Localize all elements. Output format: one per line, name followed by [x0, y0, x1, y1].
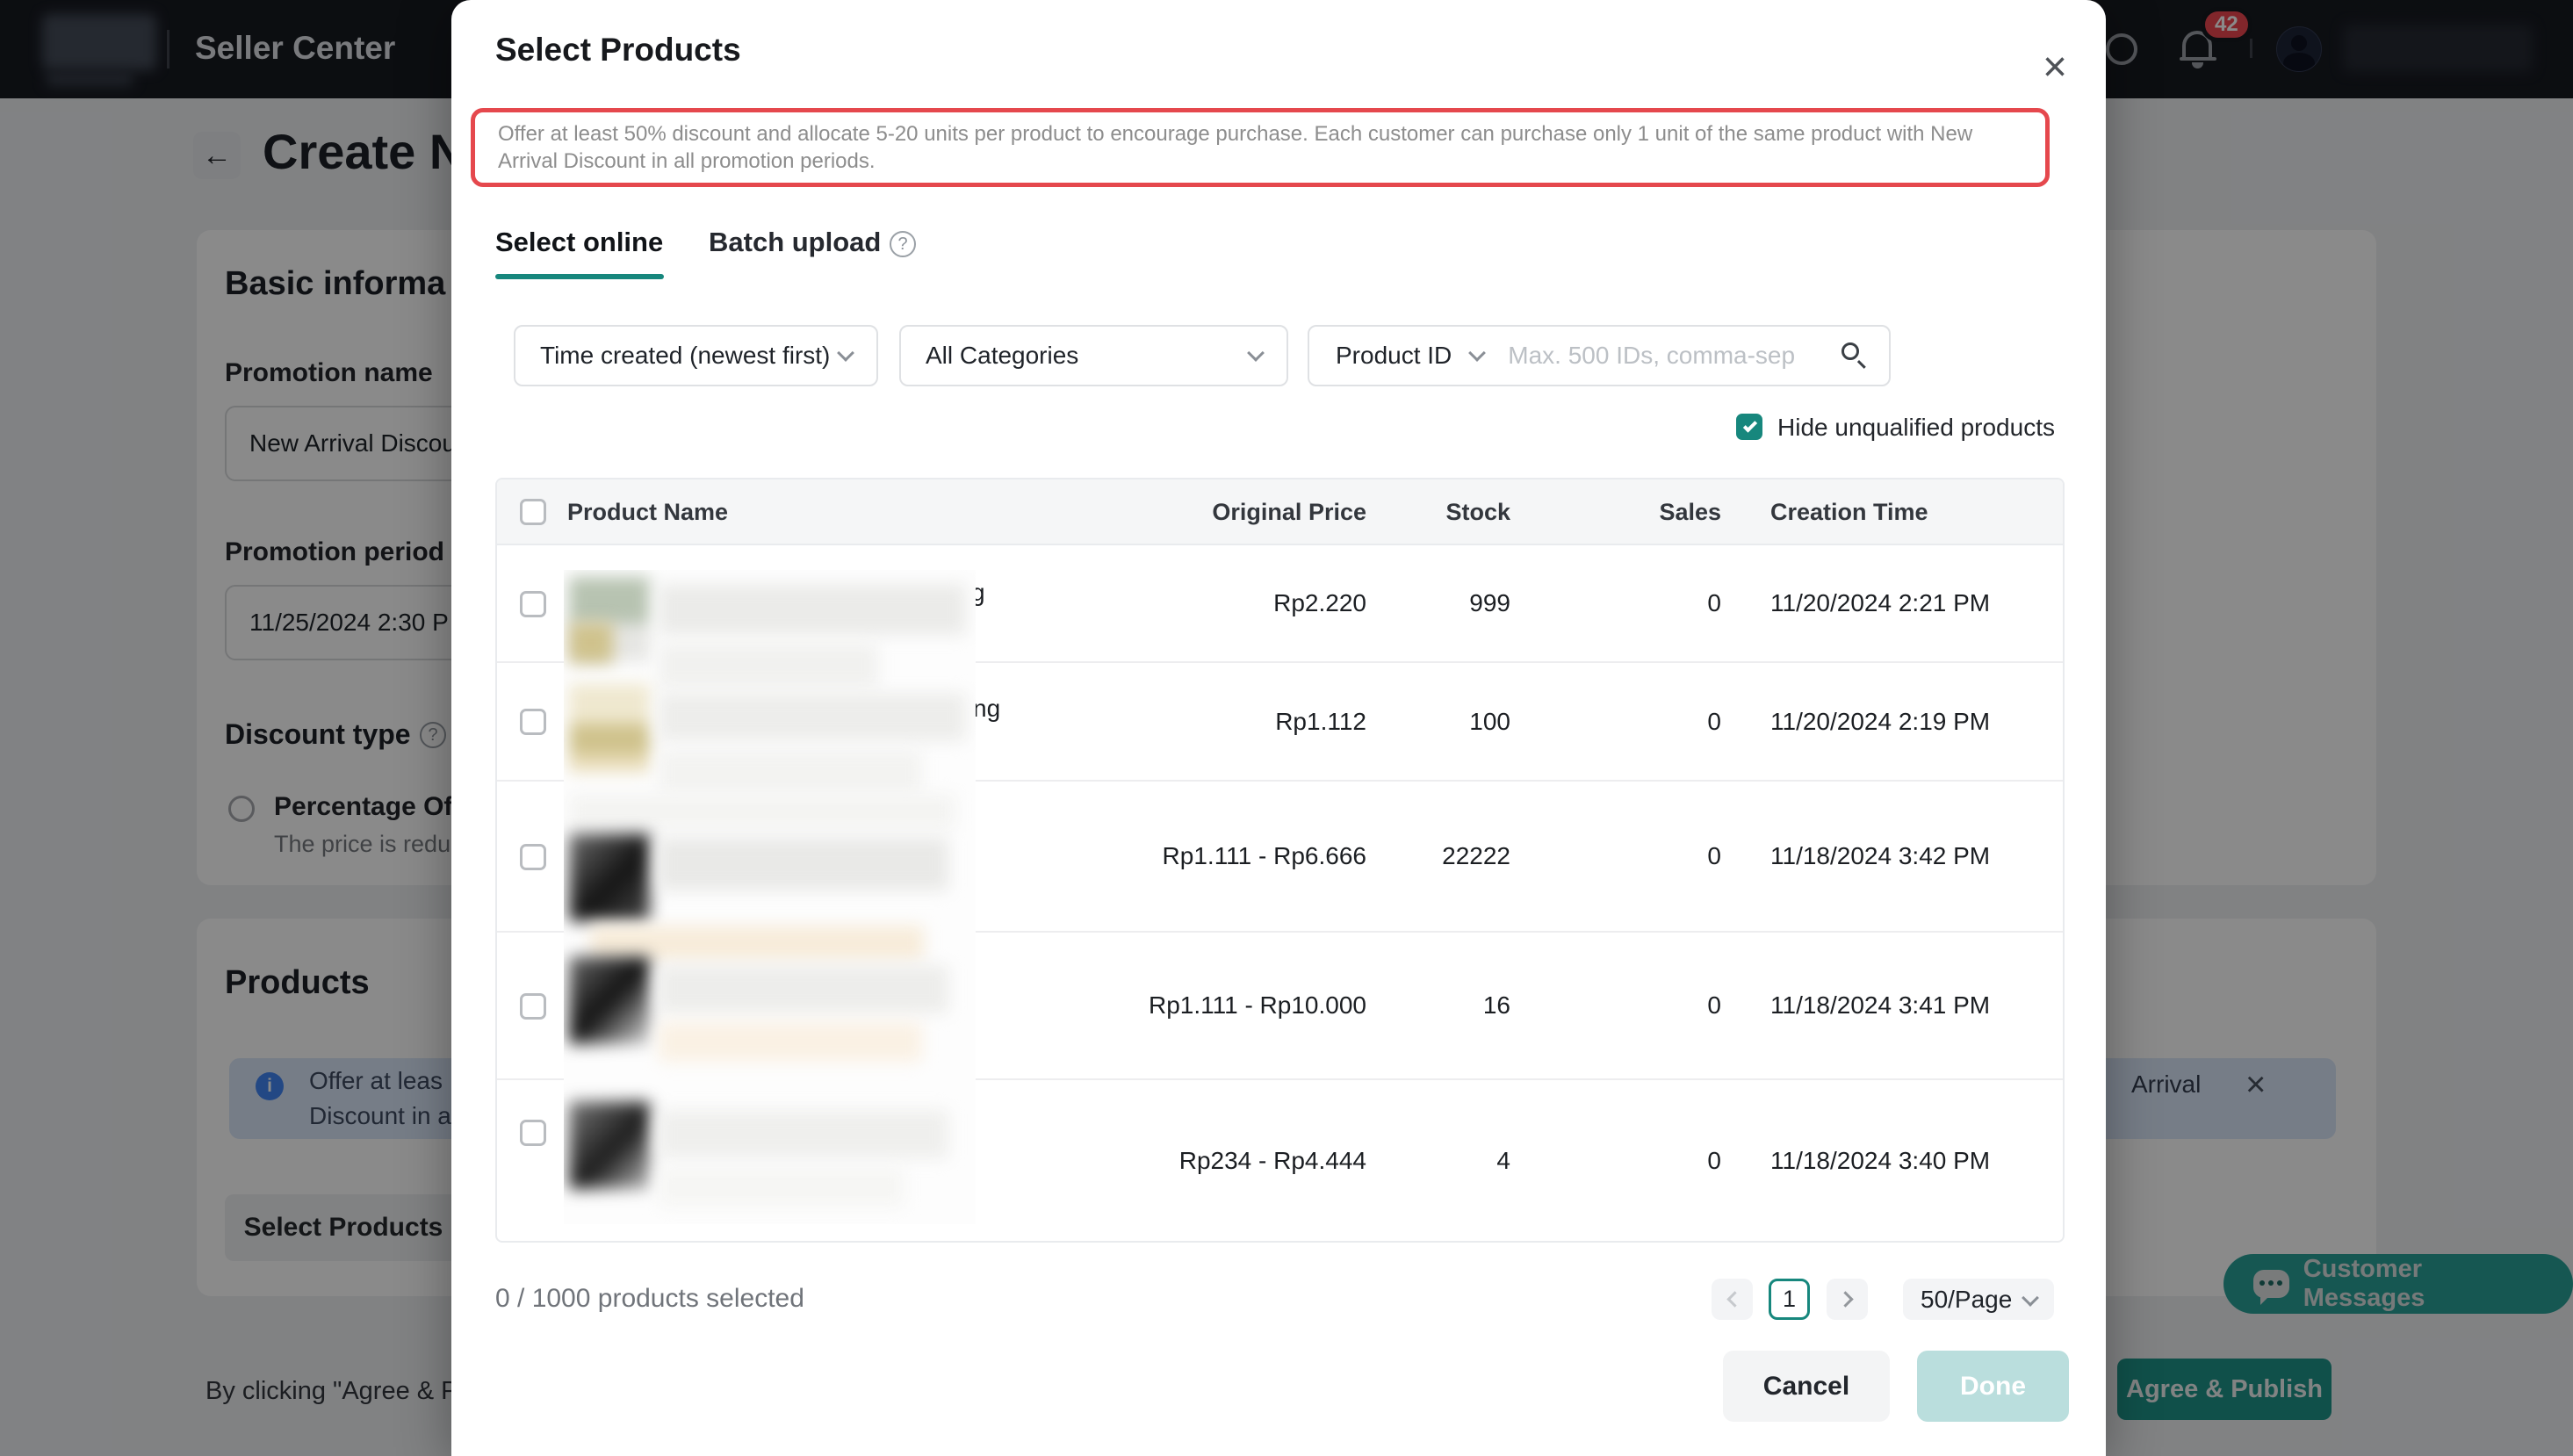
cell-price: Rp2.220: [1273, 545, 1366, 661]
col-original-price: Original Price: [1212, 479, 1366, 545]
cell-price: Rp1.112: [1275, 663, 1366, 780]
check-icon: [1743, 418, 1757, 432]
row-checkbox[interactable]: [520, 1120, 546, 1146]
cell-stock: 16: [1483, 933, 1510, 1078]
col-sales: Sales: [1659, 479, 1721, 545]
modal-title: Select Products: [495, 32, 741, 68]
select-products-modal: Select Products × Offer at least 50% dis…: [451, 0, 2106, 1456]
col-product-name: Product Name: [567, 479, 728, 545]
sort-dropdown[interactable]: Time created (newest first): [514, 325, 878, 386]
hide-unqualified-label: Hide unqualified products: [1777, 414, 2055, 442]
cell-time: 11/18/2024 3:40 PM: [1770, 1080, 1990, 1241]
chevron-right-icon: [1837, 1291, 1853, 1307]
pagination-prev-button[interactable]: [1712, 1279, 1753, 1320]
cell-time: 11/20/2024 2:21 PM: [1770, 545, 1990, 661]
cell-sales: 0: [1707, 933, 1721, 1078]
row-checkbox[interactable]: [520, 709, 546, 735]
discount-requirement-notice: Offer at least 50% discount and allocate…: [471, 108, 2050, 187]
cell-stock: 100: [1469, 663, 1510, 780]
cell-sales: 0: [1707, 1080, 1721, 1241]
row-checkbox[interactable]: [520, 993, 546, 1020]
tab-select-online[interactable]: Select online: [495, 227, 663, 258]
done-button[interactable]: Done: [1917, 1351, 2069, 1422]
chevron-left-icon: [1726, 1291, 1742, 1307]
pagination-next-button[interactable]: [1827, 1279, 1868, 1320]
selected-count-text: 0 / 1000 products selected: [495, 1284, 804, 1314]
cell-sales: 0: [1707, 545, 1721, 661]
chevron-down-icon: [2022, 1289, 2039, 1307]
tab-batch-upload[interactable]: Batch upload: [709, 227, 881, 258]
product-name-fragment: ng: [973, 695, 1000, 723]
cell-time: 11/18/2024 3:41 PM: [1770, 933, 1990, 1078]
search-input-placeholder[interactable]: Max. 500 IDs, comma-sep: [1508, 342, 1806, 370]
cell-price: Rp234 - Rp4.444: [1179, 1080, 1366, 1241]
cell-time: 11/18/2024 3:42 PM: [1770, 782, 1990, 931]
row-checkbox[interactable]: [520, 844, 546, 870]
table-header: Product Name Original Price Stock Sales …: [497, 479, 2063, 545]
active-tab-underline: [495, 274, 664, 279]
cell-stock: 22222: [1442, 782, 1510, 931]
cell-sales: 0: [1707, 663, 1721, 780]
col-creation-time: Creation Time: [1770, 479, 1928, 545]
col-stock: Stock: [1445, 479, 1510, 545]
cell-stock: 999: [1469, 545, 1510, 661]
censored-product-media: [564, 570, 976, 1224]
cell-time: 11/20/2024 2:19 PM: [1770, 663, 1990, 780]
category-dropdown[interactable]: All Categories: [899, 325, 1288, 386]
screen: Seller Center 42 ← Create N Basic inform…: [0, 0, 2573, 1456]
cell-price: Rp1.111 - Rp6.666: [1163, 782, 1366, 931]
product-id-search-box[interactable]: Product ID Max. 500 IDs, comma-sep: [1308, 325, 1891, 386]
search-icon[interactable]: [1841, 342, 1868, 369]
page-size-dropdown[interactable]: 50/Page: [1903, 1279, 2054, 1320]
cancel-button[interactable]: Cancel: [1723, 1351, 1890, 1422]
chevron-down-icon: [1247, 344, 1265, 362]
chevron-down-icon: [1468, 344, 1486, 362]
batch-upload-help-icon[interactable]: ?: [890, 231, 916, 257]
cell-stock: 4: [1496, 1080, 1510, 1241]
chevron-down-icon: [837, 344, 854, 362]
row-checkbox[interactable]: [520, 591, 546, 617]
products-table: Product Name Original Price Stock Sales …: [495, 478, 2065, 1243]
hide-unqualified-checkbox[interactable]: [1736, 414, 1762, 440]
select-all-checkbox[interactable]: [520, 499, 546, 525]
search-type-label: Product ID: [1336, 342, 1452, 370]
modal-close-icon[interactable]: ×: [2030, 42, 2079, 91]
cell-price: Rp1.111 - Rp10.000: [1149, 933, 1366, 1078]
pagination-current-page[interactable]: 1: [1769, 1279, 1810, 1320]
cell-sales: 0: [1707, 782, 1721, 931]
